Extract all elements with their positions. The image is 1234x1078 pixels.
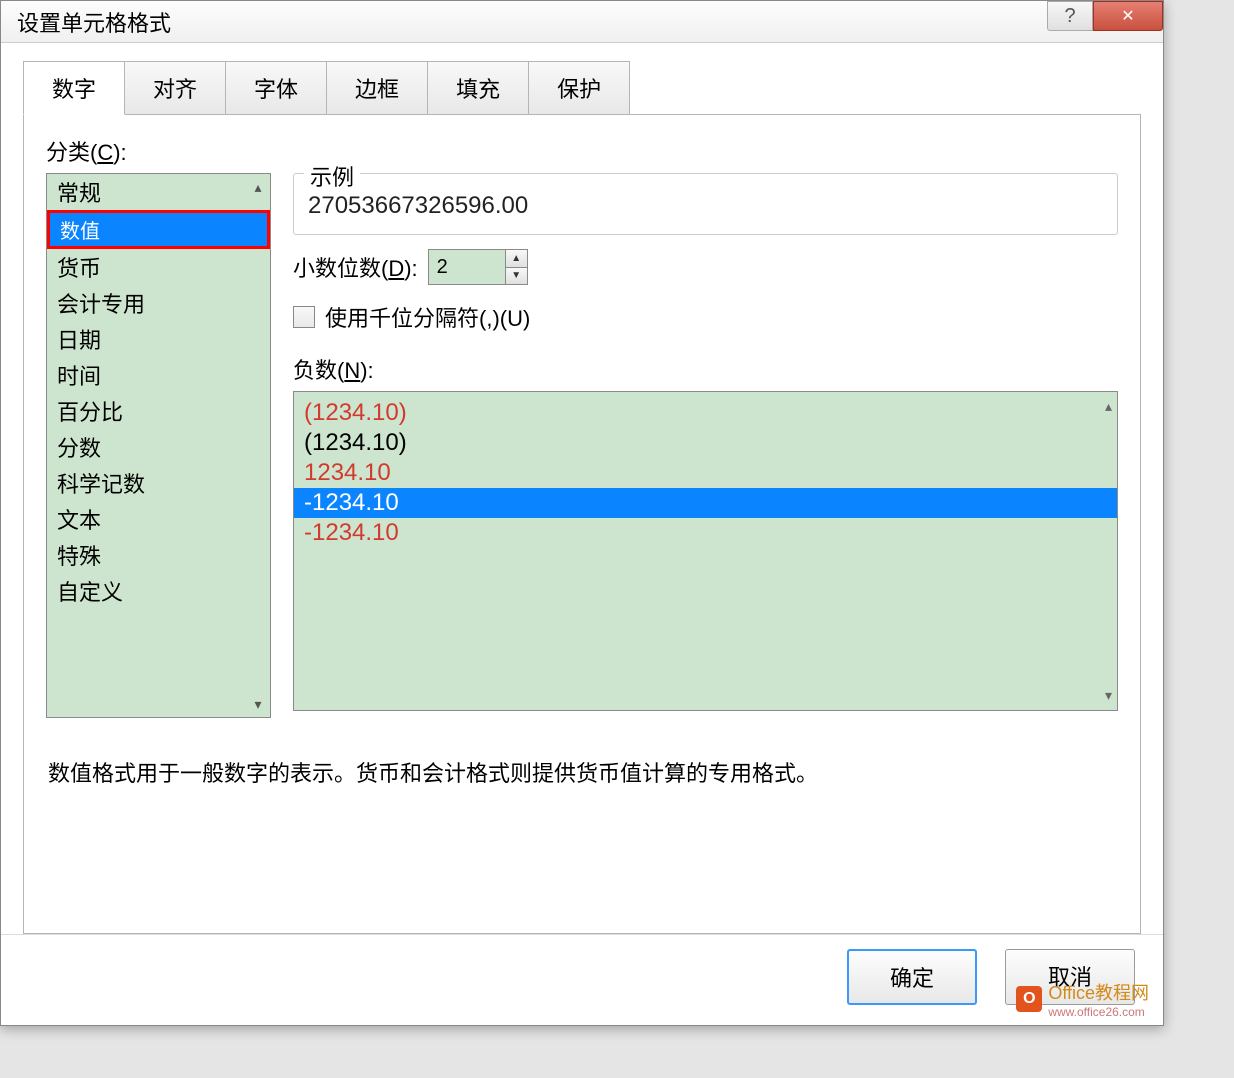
thousands-separator-row: 使用千位分隔符(,)(U): [293, 301, 1118, 333]
category-item[interactable]: 自定义: [47, 573, 270, 609]
negative-numbers-listbox[interactable]: ▴ ▾ (1234.10)(1234.10)1234.10-1234.10-12…: [293, 391, 1118, 711]
negative-format-item[interactable]: -1234.10: [294, 518, 1117, 548]
decimal-places-spinner[interactable]: 2 ▲ ▼: [428, 249, 528, 285]
sample-legend: 示例: [304, 160, 360, 192]
negative-format-item[interactable]: -1234.10: [294, 488, 1117, 518]
negative-numbers-label: 负数(N):: [293, 353, 1118, 385]
close-icon: ✕: [1121, 6, 1134, 26]
tab-1[interactable]: 对齐: [124, 61, 226, 115]
category-item[interactable]: 时间: [47, 357, 270, 393]
scroll-down-icon[interactable]: ▾: [249, 695, 267, 713]
dialog-title: 设置单元格格式: [17, 6, 171, 38]
tab-panel-number: 分类(C): ▴ ▾ 常规数值货币会计专用日期时间百分比分数科学记数文本特殊自定…: [23, 114, 1141, 934]
tab-2[interactable]: 字体: [225, 61, 327, 115]
decimal-places-label: 小数位数(D):: [293, 251, 418, 283]
negative-format-item[interactable]: 1234.10: [294, 458, 1117, 488]
spinner-up-button[interactable]: ▲: [506, 250, 527, 268]
right-pane: 示例 27053667326596.00 小数位数(D): 2 ▲ ▼: [293, 173, 1118, 718]
tab-4[interactable]: 填充: [427, 61, 529, 115]
thousands-separator-checkbox[interactable]: [293, 306, 315, 328]
category-item[interactable]: 分数: [47, 429, 270, 465]
category-item[interactable]: 日期: [47, 321, 270, 357]
tab-strip: 数字对齐字体边框填充保护: [1, 43, 1163, 115]
watermark: O Office教程网 www.office26.com: [1016, 979, 1149, 1019]
thousands-separator-label: 使用千位分隔符(,)(U): [325, 301, 530, 333]
help-icon: ?: [1064, 5, 1075, 28]
ok-button[interactable]: 确定: [847, 949, 977, 1005]
category-item[interactable]: 百分比: [47, 393, 270, 429]
sample-group: 示例 27053667326596.00: [293, 173, 1118, 235]
negative-format-item[interactable]: (1234.10): [294, 428, 1117, 458]
scroll-down-icon[interactable]: ▾: [1105, 687, 1112, 704]
negative-format-item[interactable]: (1234.10): [294, 398, 1117, 428]
watermark-icon: O: [1016, 986, 1042, 1012]
window-controls: ? ✕: [1047, 1, 1163, 31]
category-label: 分类(C):: [46, 135, 1118, 167]
watermark-brand: Office教程网: [1048, 983, 1149, 1003]
category-item-highlighted[interactable]: 数值: [47, 210, 270, 249]
spinner-buttons: ▲ ▼: [505, 250, 527, 284]
category-listbox[interactable]: ▴ ▾ 常规数值货币会计专用日期时间百分比分数科学记数文本特殊自定义: [46, 173, 271, 718]
dialog-buttons: 确定 取消: [1, 934, 1163, 1025]
watermark-url: www.office26.com: [1048, 1005, 1149, 1019]
category-item[interactable]: 特殊: [47, 537, 270, 573]
tab-5[interactable]: 保护: [528, 61, 630, 115]
main-row: ▴ ▾ 常规数值货币会计专用日期时间百分比分数科学记数文本特殊自定义 示例 27…: [46, 173, 1118, 718]
decimal-places-row: 小数位数(D): 2 ▲ ▼: [293, 249, 1118, 285]
help-button[interactable]: ?: [1047, 1, 1093, 31]
sample-value: 27053667326596.00: [308, 192, 1103, 220]
tab-0[interactable]: 数字: [23, 61, 125, 115]
scroll-up-icon[interactable]: ▴: [249, 178, 267, 196]
category-item[interactable]: 货币: [47, 249, 270, 285]
category-item[interactable]: 文本: [47, 501, 270, 537]
category-item-label: 数值: [50, 213, 267, 246]
tab-3[interactable]: 边框: [326, 61, 428, 115]
close-button[interactable]: ✕: [1093, 1, 1163, 31]
scroll-up-icon[interactable]: ▴: [1105, 398, 1112, 415]
spinner-down-button[interactable]: ▼: [506, 268, 527, 285]
category-item[interactable]: 常规: [47, 174, 270, 210]
category-item[interactable]: 会计专用: [47, 285, 270, 321]
category-item[interactable]: 科学记数: [47, 465, 270, 501]
format-description: 数值格式用于一般数字的表示。货币和会计格式则提供货币值计算的专用格式。: [48, 756, 1118, 788]
format-cells-dialog: 设置单元格格式 ? ✕ 数字对齐字体边框填充保护 分类(C): ▴ ▾ 常规数值…: [0, 0, 1164, 1026]
titlebar: 设置单元格格式 ? ✕: [1, 1, 1163, 43]
decimal-places-input[interactable]: 2: [429, 250, 505, 284]
